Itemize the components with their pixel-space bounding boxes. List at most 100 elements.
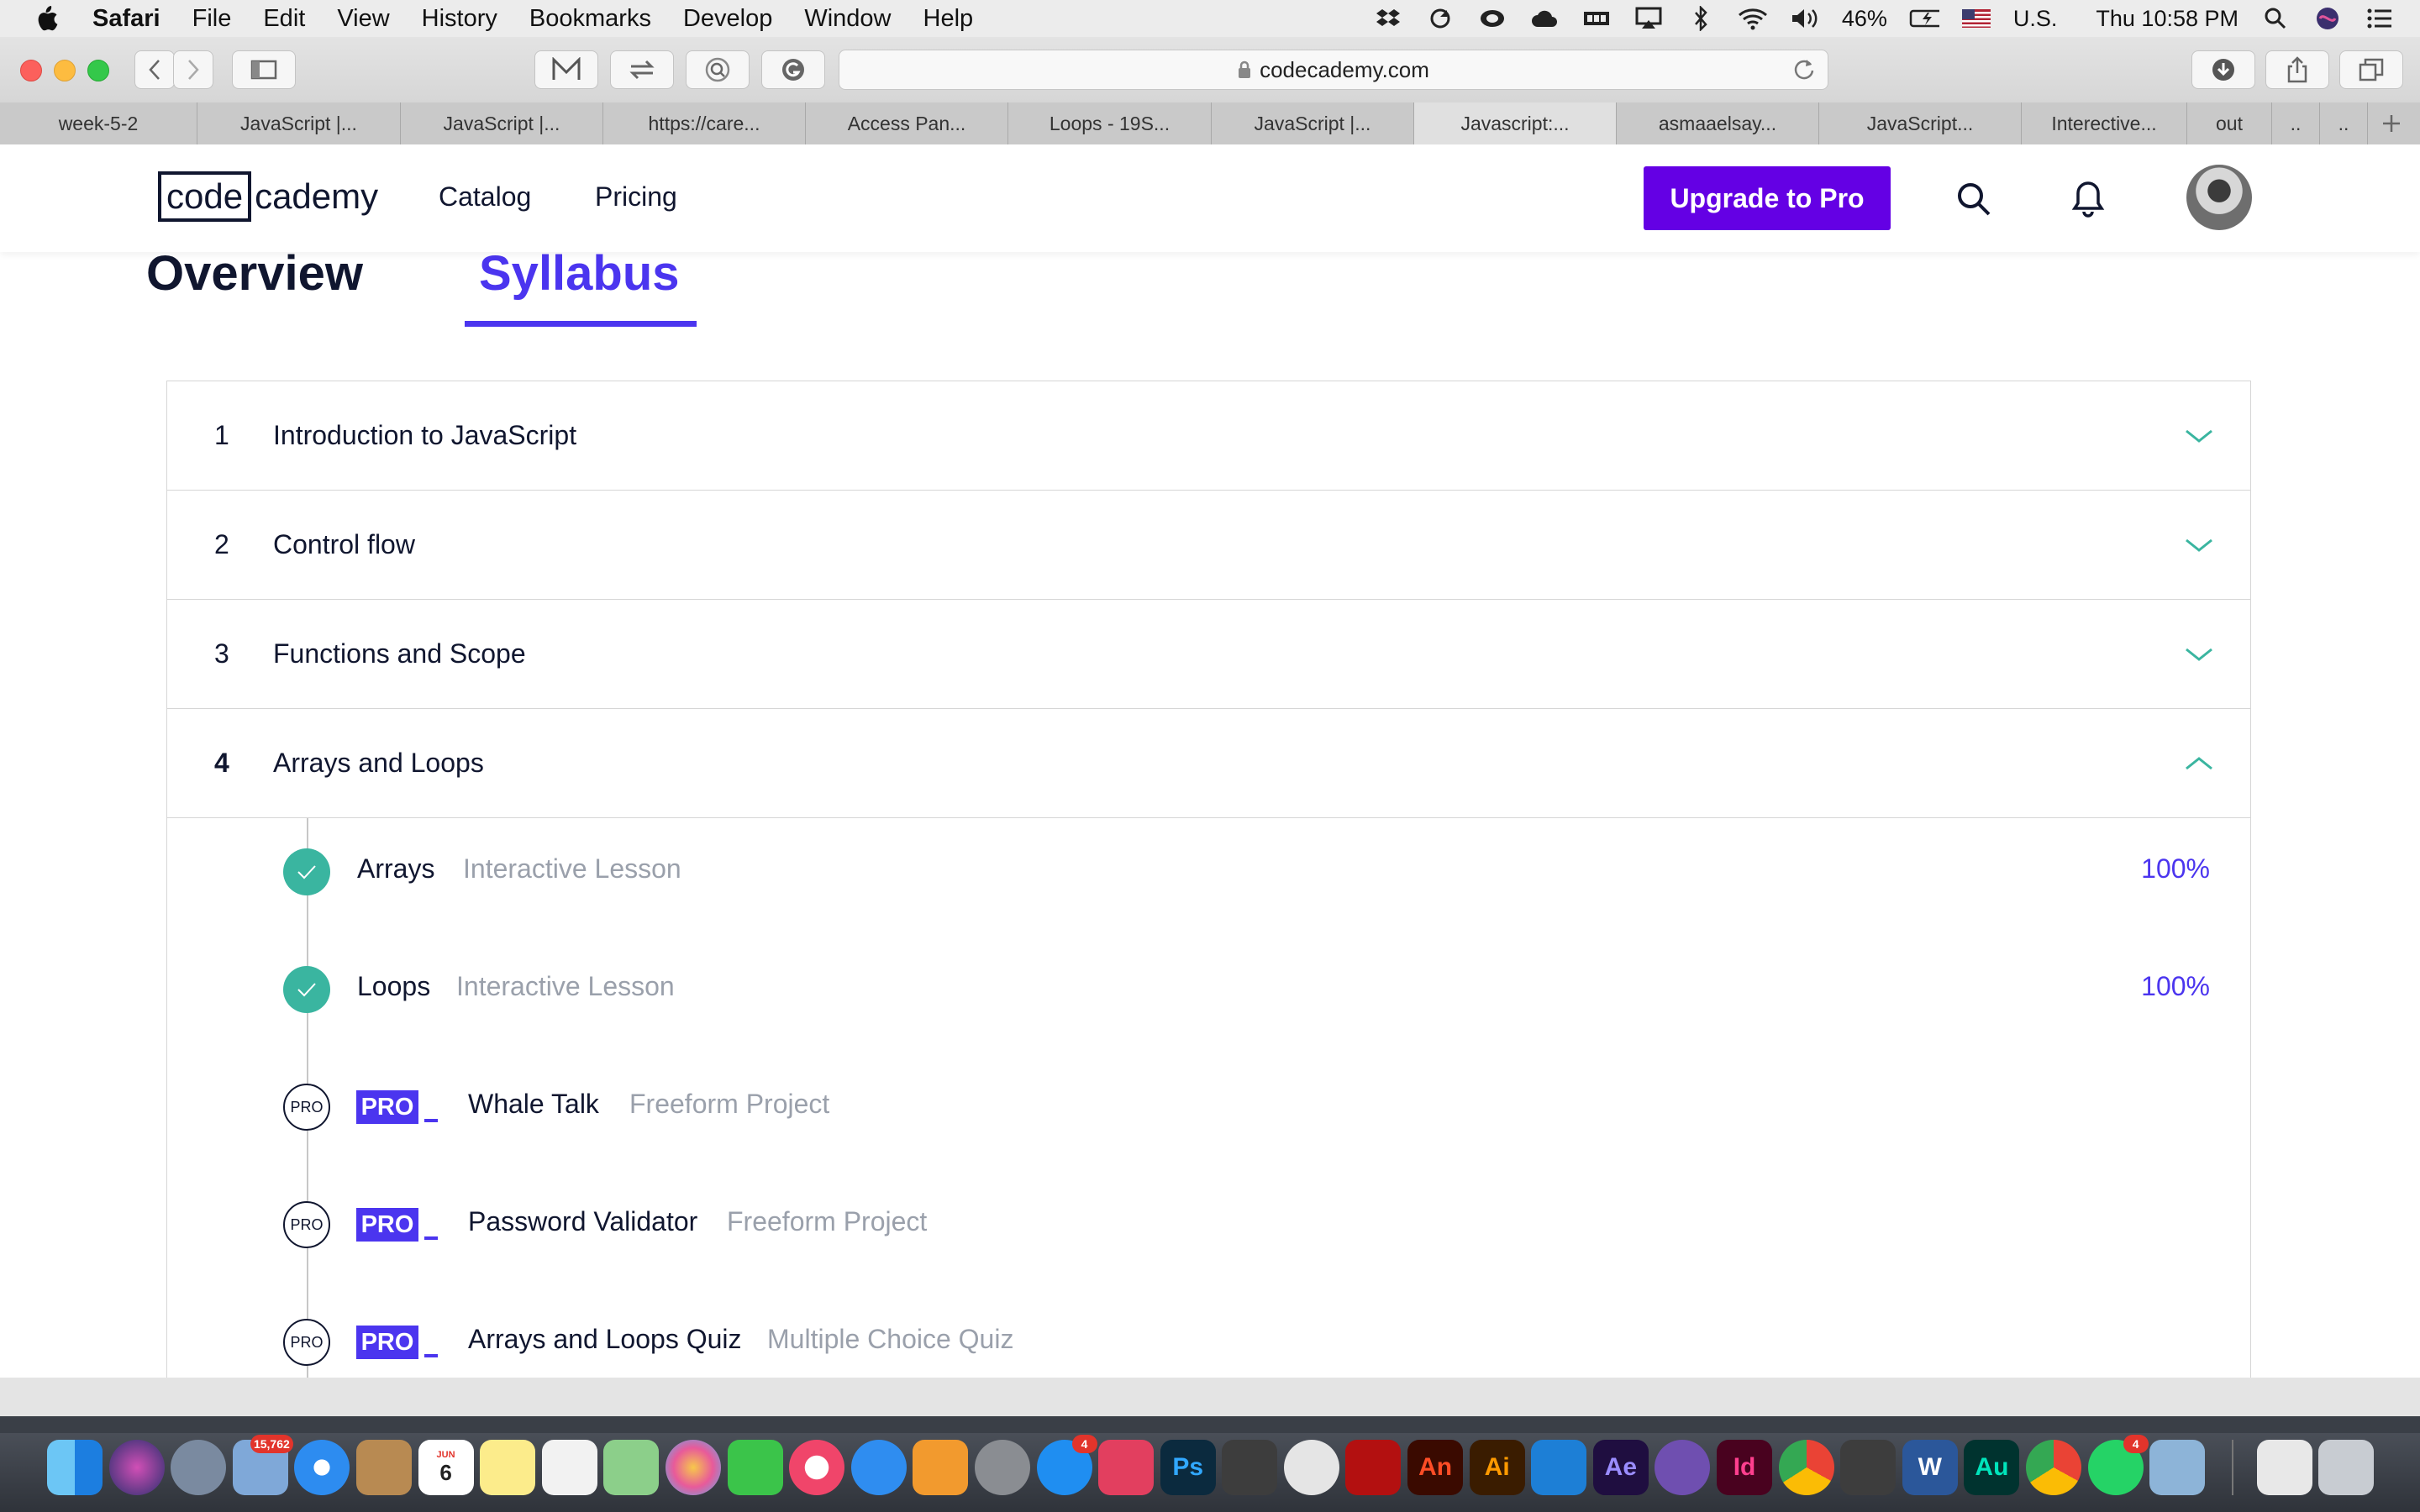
launchpad-rocket-icon[interactable] <box>171 1440 227 1495</box>
downloads-button[interactable] <box>2191 50 2255 89</box>
extension-grammarly-button[interactable] <box>761 50 825 89</box>
dropbox-icon[interactable] <box>1373 6 1403 31</box>
system-preferences-icon[interactable] <box>974 1440 1030 1495</box>
forward-button[interactable] <box>173 50 213 89</box>
messages-icon[interactable] <box>850 1440 907 1495</box>
preview-icon[interactable] <box>2149 1440 2206 1495</box>
siri-icon[interactable] <box>2312 6 2343 31</box>
browser-tab[interactable]: week-5-2 <box>0 102 197 144</box>
sublime-text-2-icon[interactable] <box>1840 1440 1897 1495</box>
word-icon[interactable]: W <box>1902 1440 1958 1495</box>
extension-swap-button[interactable] <box>610 50 674 89</box>
menu-bookmarks[interactable]: Bookmarks <box>529 5 651 33</box>
menu-app-name[interactable]: Safari <box>92 5 160 33</box>
chevron-down-icon[interactable] <box>2185 428 2213 444</box>
lesson-name[interactable]: Password Validator <box>468 1206 697 1237</box>
browser-tab[interactable]: JavaScript |... <box>401 102 603 144</box>
nav-catalog-link[interactable]: Catalog <box>439 181 531 213</box>
menubar-clock[interactable]: Thu 10:58 PM <box>2096 6 2238 32</box>
photo-app-icon[interactable]: 15,762 <box>232 1435 293 1495</box>
sync-icon[interactable] <box>1425 6 1455 31</box>
lesson-row-pro[interactable]: PRO PRO Whale Talk Freeform Project <box>167 1065 2250 1149</box>
browser-tab[interactable]: Loops - 19S... <box>1008 102 1212 144</box>
nav-pricing-link[interactable]: Pricing <box>595 181 677 213</box>
menu-extra-icon[interactable] <box>1581 6 1612 31</box>
lesson-row-pro[interactable]: PRO PRO Password Validator Freeform Proj… <box>167 1183 2250 1267</box>
browser-tab[interactable]: JavaScript |... <box>1212 102 1414 144</box>
chevron-down-icon[interactable] <box>2185 537 2213 554</box>
minimize-window-button[interactable] <box>54 60 76 81</box>
search-icon[interactable] <box>1953 178 1995 220</box>
menu-edit[interactable]: Edit <box>263 5 305 33</box>
us-flag-icon[interactable] <box>1961 6 1991 31</box>
show-tabs-button[interactable] <box>2339 50 2403 89</box>
tab-overview[interactable]: Overview <box>146 245 363 302</box>
finder-icon[interactable] <box>47 1440 103 1495</box>
lesson-row-pro[interactable]: PRO PRO Arrays and Loops Quiz Multiple C… <box>167 1300 2250 1384</box>
lesson-name[interactable]: Arrays and Loops Quiz <box>468 1324 742 1355</box>
codecademy-logo[interactable]: code cademy <box>158 171 378 222</box>
chevron-up-icon[interactable] <box>2185 755 2213 772</box>
photoshop-icon[interactable]: Ps <box>1160 1440 1216 1495</box>
reminders-icon[interactable] <box>541 1440 597 1495</box>
airplay-icon[interactable] <box>1634 6 1664 31</box>
lesson-name[interactable]: Arrays <box>357 853 434 885</box>
menu-file[interactable]: File <box>192 5 232 33</box>
downloads-stack-icon[interactable] <box>2256 1440 2312 1495</box>
calendar-icon[interactable]: JUN 6 <box>418 1440 474 1495</box>
upgrade-to-pro-button[interactable]: Upgrade to Pro <box>1644 166 1891 230</box>
browser-tab[interactable]: Access Pan... <box>806 102 1008 144</box>
close-window-button[interactable] <box>20 60 42 81</box>
cloud-upload-icon[interactable] <box>1529 6 1560 31</box>
indesign-icon[interactable]: Id <box>1717 1440 1773 1495</box>
notes-icon[interactable] <box>480 1440 536 1495</box>
menu-window[interactable]: Window <box>804 5 891 33</box>
browser-tab[interactable]: .. <box>2272 102 2320 144</box>
extension-search-button[interactable] <box>686 50 750 89</box>
audition-icon[interactable]: Au <box>1964 1440 2020 1495</box>
maps-icon[interactable] <box>603 1440 660 1495</box>
syllabus-unit-row-expanded[interactable]: 4 Arrays and Loops <box>167 709 2250 818</box>
syllabus-unit-row[interactable]: 1 Introduction to JavaScript <box>167 381 2250 491</box>
itunes-icon[interactable] <box>789 1440 845 1495</box>
lesson-name[interactable]: Whale Talk <box>468 1089 599 1120</box>
menu-history[interactable]: History <box>422 5 497 33</box>
bluetooth-icon[interactable] <box>1686 6 1716 31</box>
tab-syllabus[interactable]: Syllabus <box>479 245 680 302</box>
volume-icon[interactable] <box>1790 6 1820 31</box>
chevron-down-icon[interactable] <box>2185 646 2213 663</box>
lesson-row[interactable]: Arrays Interactive Lesson 100% <box>167 830 2250 914</box>
chrome-2-icon[interactable] <box>2026 1440 2081 1495</box>
back-button[interactable] <box>134 50 175 89</box>
browser-tab[interactable]: JavaScript... <box>1819 102 2022 144</box>
photos-icon[interactable] <box>665 1440 721 1495</box>
browser-tab[interactable]: out <box>2187 102 2272 144</box>
browser-tab[interactable]: Interective... <box>2022 102 2187 144</box>
address-bar[interactable]: codecademy.com <box>839 50 1828 90</box>
zoom-window-button[interactable] <box>87 60 109 81</box>
share-button[interactable] <box>2265 50 2329 89</box>
menu-view[interactable]: View <box>337 5 389 33</box>
pdf-app-icon[interactable] <box>1098 1440 1155 1495</box>
sidebar-toggle-button[interactable] <box>232 50 296 89</box>
browser-tab-active[interactable]: Javascript:... <box>1414 102 1617 144</box>
reload-icon[interactable] <box>1792 57 1816 81</box>
syllabus-unit-row[interactable]: 2 Control flow <box>167 491 2250 600</box>
lesson-row[interactable]: Loops Interactive Lesson 100% <box>167 948 2250 1032</box>
siri-icon[interactable] <box>108 1440 165 1495</box>
extension-m-button[interactable] <box>534 50 598 89</box>
browser-tab[interactable]: asmaaelsay... <box>1617 102 1819 144</box>
spotlight-icon[interactable] <box>2260 6 2291 31</box>
syllabus-unit-row[interactable]: 3 Functions and Scope <box>167 600 2250 709</box>
creative-cloud-icon[interactable] <box>1477 6 1507 31</box>
browser-tab[interactable]: .. <box>2320 102 2368 144</box>
illustrator-icon[interactable]: Ai <box>1469 1440 1525 1495</box>
after-effects-icon[interactable]: Ae <box>1592 1440 1649 1495</box>
facetime-icon[interactable] <box>727 1440 783 1495</box>
books-icon[interactable] <box>913 1440 969 1495</box>
github-desktop-icon[interactable] <box>1655 1440 1711 1495</box>
lesson-name[interactable]: Loops <box>357 971 430 1002</box>
apple-menu-icon[interactable] <box>34 4 67 33</box>
input-source-label[interactable]: U.S. <box>2013 6 2058 32</box>
notification-center-icon[interactable] <box>2365 6 2395 31</box>
